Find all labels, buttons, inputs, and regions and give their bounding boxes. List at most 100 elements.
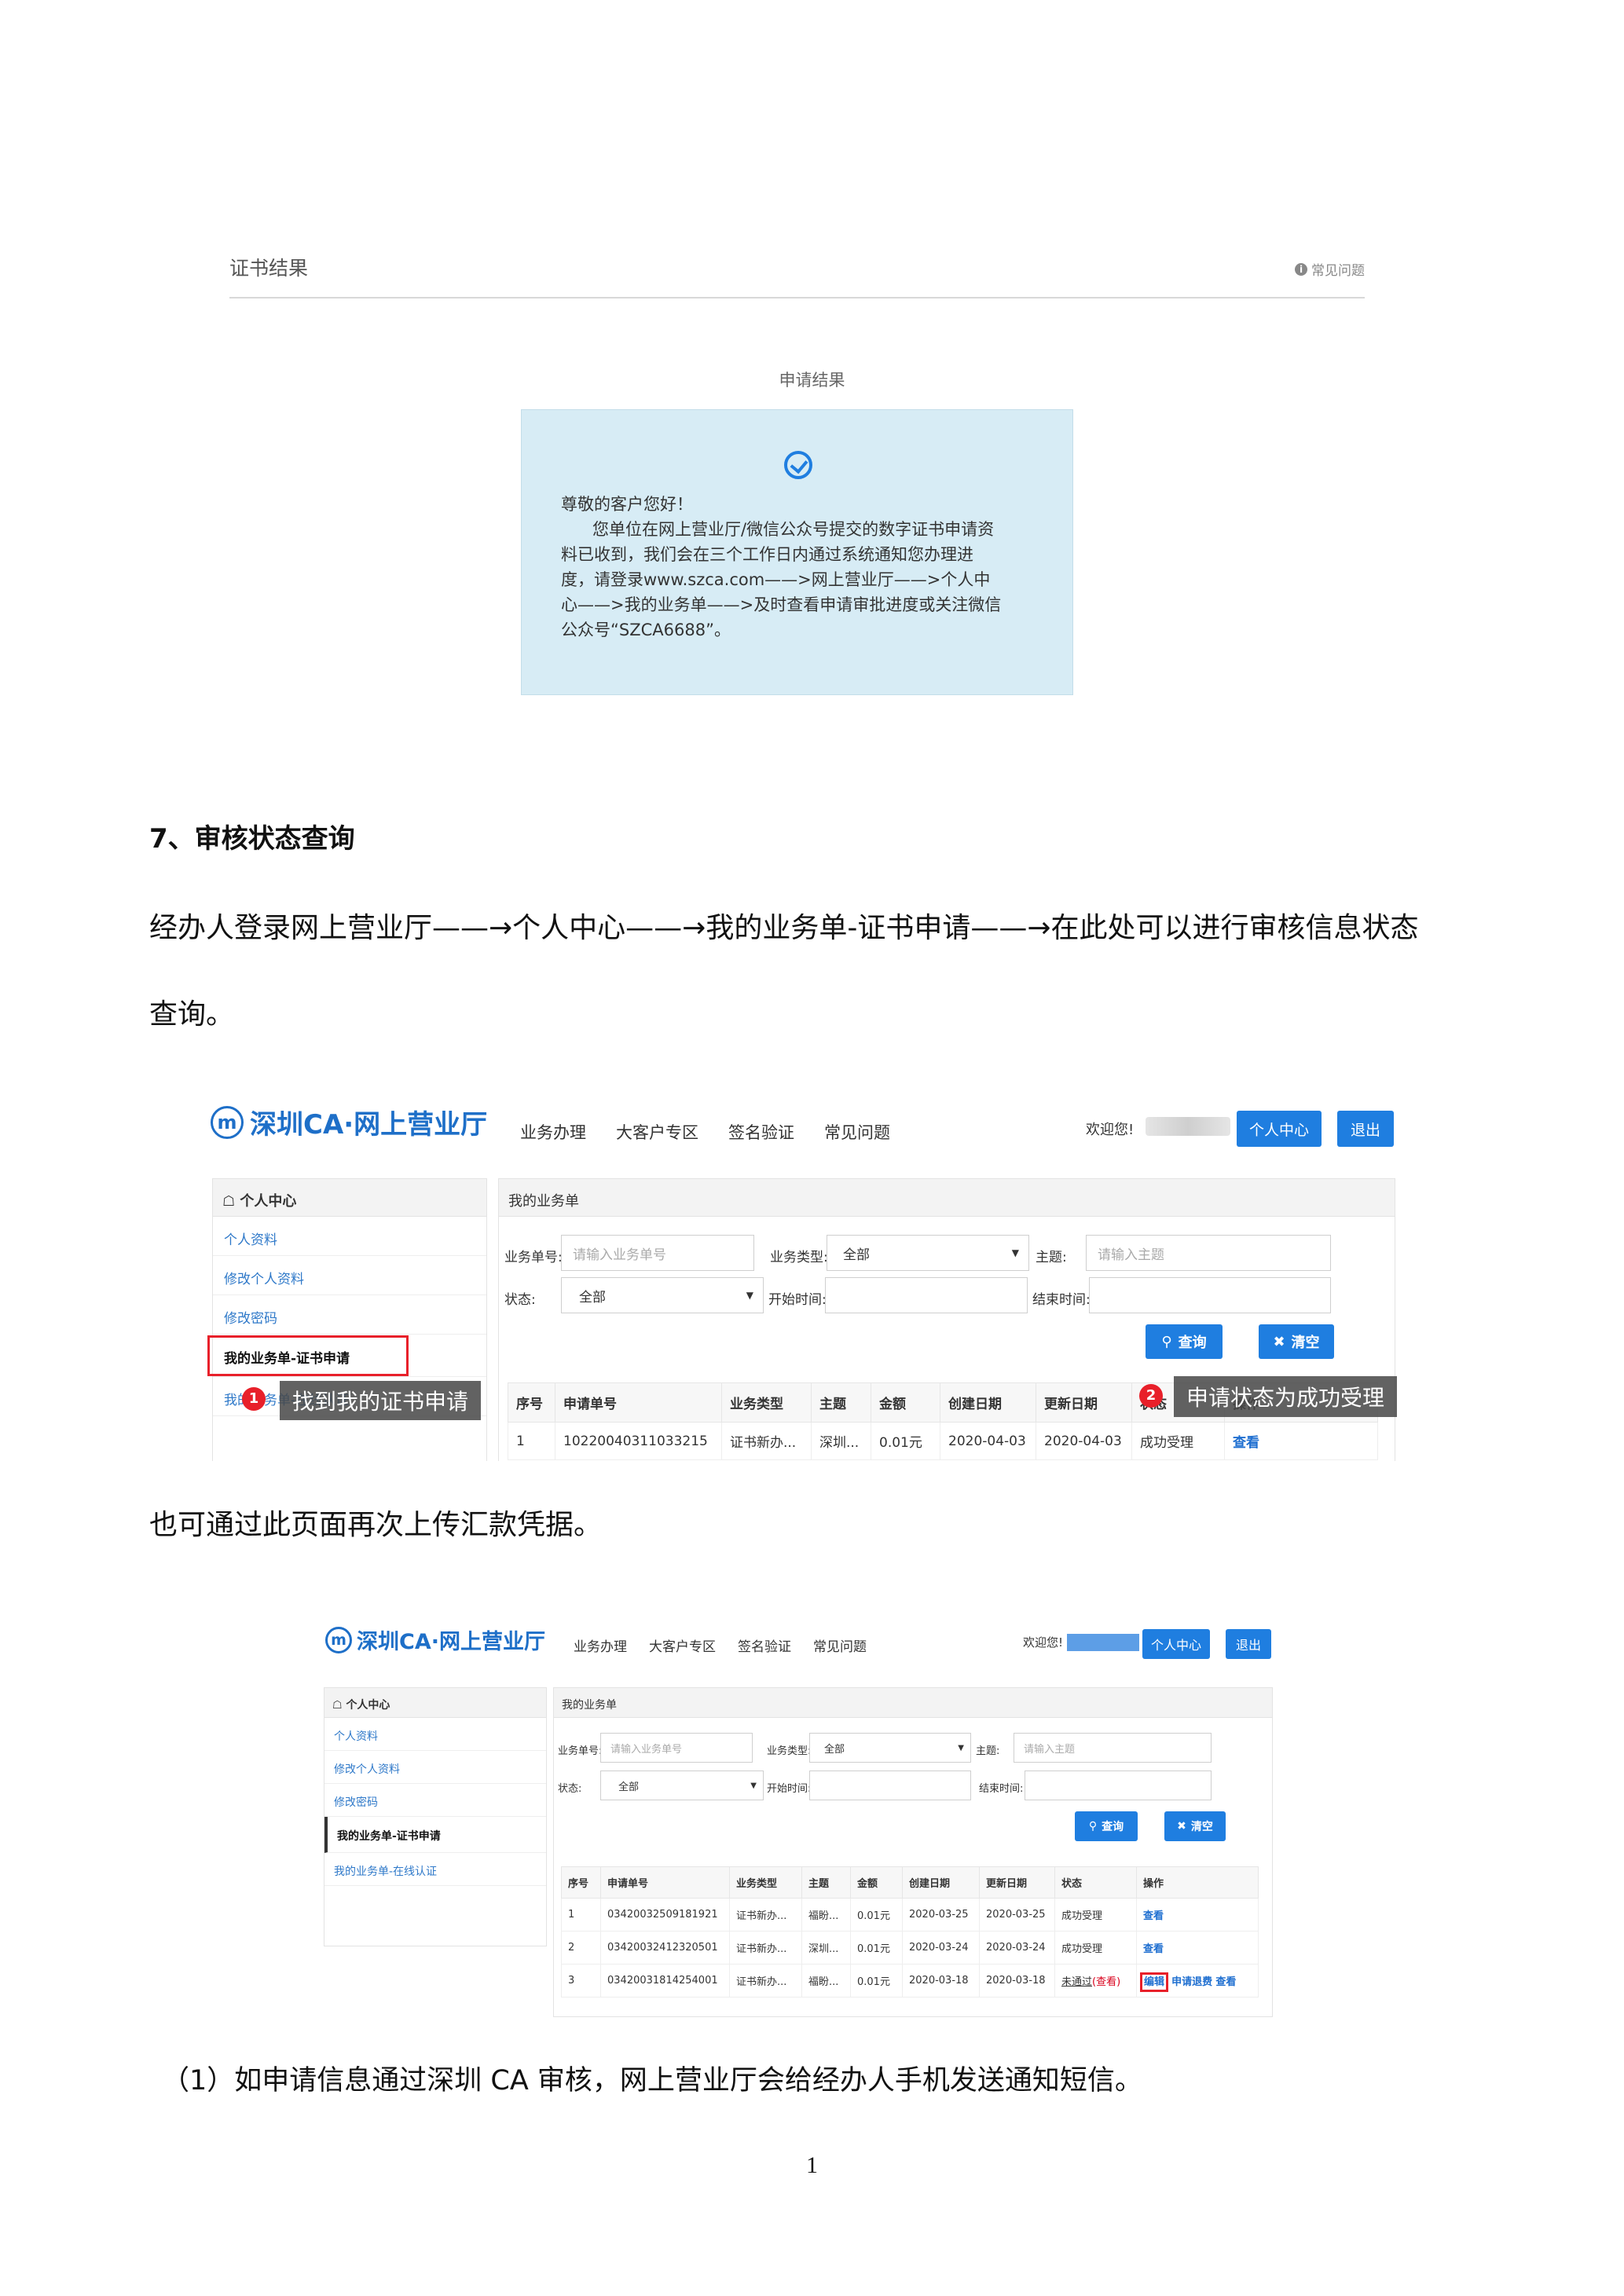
end-time-input[interactable]: [1089, 1277, 1331, 1313]
edit-link[interactable]: 编辑: [1140, 1972, 1169, 1992]
instruction-line-2: 查询。: [149, 998, 235, 1031]
end-time-input[interactable]: [1025, 1771, 1212, 1800]
portal-logo[interactable]: m 深圳CA·网上营业厅: [211, 1103, 487, 1141]
sidebar-item-online-auth[interactable]: 我的业务单-在线认证: [324, 1853, 546, 1886]
portal-screenshot-2: m 深圳CA·网上营业厅 业务办理 大客户专区 签名验证 常见问题 欢迎您! 个…: [321, 1615, 1281, 2017]
cell-order-no: 10220040311033215: [555, 1422, 722, 1460]
search-button[interactable]: ⚲ 查询: [1146, 1324, 1223, 1359]
sidebar-item-edit-profile[interactable]: 修改个人资料: [324, 1751, 546, 1784]
column-header: 序号: [508, 1382, 555, 1423]
faq-link[interactable]: i 常见问题: [1295, 259, 1365, 279]
message-line: 度，请登录www.szca.com——>网上营业厅——>个人中: [561, 570, 991, 589]
sidebar-item-profile[interactable]: 个人资料: [324, 1718, 546, 1751]
cell-subject: 深圳...: [801, 1931, 851, 1965]
nav-item[interactable]: 业务办理: [520, 1120, 586, 1144]
clear-button[interactable]: ✖ 清空: [1164, 1811, 1226, 1841]
portal-logo[interactable]: m 深圳CA·网上营业厅: [325, 1624, 545, 1655]
nav-item[interactable]: 常见问题: [813, 1635, 867, 1655]
cell-order-no: 03420031814254001: [600, 1964, 730, 1998]
cell-order-no: 03420032509181921: [600, 1898, 730, 1932]
status-select[interactable]: 全部 ▼: [600, 1771, 764, 1800]
message-line: 心——>我的业务单——>及时查看申请审批进度或关注微信: [561, 595, 1002, 614]
cell-created: 2020-04-03: [940, 1422, 1036, 1460]
caret-down-icon: ▼: [750, 1781, 757, 1790]
page-number: 1: [806, 2152, 818, 2178]
start-time-label: 开始时间:: [768, 1292, 827, 1308]
nav-item[interactable]: 常见问题: [824, 1120, 890, 1144]
clear-button[interactable]: ✖ 清空: [1259, 1324, 1334, 1359]
logo-mark-icon: m: [211, 1105, 244, 1139]
sidebar-header: ☖ 个人中心: [213, 1179, 486, 1217]
view-link[interactable]: 查看: [1143, 1910, 1164, 1922]
nav-item[interactable]: 业务办理: [574, 1635, 627, 1655]
nav-item[interactable]: 签名验证: [738, 1635, 791, 1655]
sidebar-item-profile[interactable]: 个人资料: [213, 1217, 486, 1256]
logout-button[interactable]: 退出: [1337, 1111, 1394, 1147]
orders-table: 序号 申请单号 业务类型 主题 金额 创建日期 更新日期 状态 操作 1 034…: [561, 1866, 1259, 1998]
check-circle-icon: [784, 451, 812, 479]
close-icon: ✖: [1273, 1333, 1285, 1350]
cell-updated: 2020-03-24: [979, 1931, 1055, 1965]
nav-item[interactable]: 签名验证: [728, 1120, 794, 1144]
search-icon: ⚲: [1088, 1820, 1098, 1833]
caret-down-icon: ▼: [746, 1290, 753, 1301]
refund-link[interactable]: 申请退费: [1171, 1976, 1212, 1988]
subject-label: 主题:: [1036, 1250, 1067, 1265]
logout-button[interactable]: 退出: [1226, 1629, 1271, 1659]
cell-order-no: 03420032412320501: [600, 1931, 730, 1965]
cell-status: 成功受理: [1054, 1898, 1137, 1932]
caret-down-icon: ▼: [958, 1743, 964, 1752]
subject-input[interactable]: 请输入主题: [1086, 1235, 1331, 1271]
cell-type: 证书新办...: [729, 1898, 802, 1932]
subject-label: 主题:: [976, 1745, 1000, 1757]
nav-item[interactable]: 大客户专区: [649, 1635, 716, 1655]
order-no-input[interactable]: 请输入业务单号: [561, 1235, 754, 1271]
start-time-input[interactable]: [809, 1771, 971, 1800]
search-button[interactable]: ⚲ 查询: [1075, 1811, 1138, 1841]
highlight-box: [207, 1335, 409, 1376]
status-view-link[interactable]: (查看): [1092, 1976, 1120, 1988]
sidebar-header: ☖ 个人中心: [324, 1688, 546, 1718]
personal-center-button[interactable]: 个人中心: [1142, 1629, 1210, 1659]
column-header: 业务类型: [721, 1382, 812, 1423]
type-select[interactable]: 全部 ▼: [827, 1235, 1029, 1271]
apply-result-subtitle: 申请结果: [779, 371, 845, 390]
column-header: 操作: [1136, 1866, 1259, 1899]
type-label: 业务类型:: [770, 1250, 828, 1265]
panel-title: 我的业务单: [554, 1688, 1272, 1718]
cell-status: 成功受理: [1054, 1931, 1137, 1965]
column-header: 创建日期: [940, 1382, 1036, 1423]
sidebar-item-edit-profile[interactable]: 修改个人资料: [213, 1256, 486, 1295]
view-link[interactable]: 查看: [1233, 1435, 1259, 1451]
logo-text: 深圳CA·网上营业厅: [357, 1630, 545, 1654]
sidebar-item-change-password[interactable]: 修改密码: [324, 1784, 546, 1817]
status-select[interactable]: 全部 ▼: [561, 1277, 764, 1313]
cell-updated: 2020-04-03: [1036, 1422, 1132, 1460]
tooltip-status-accepted: 申请状态为成功受理: [1174, 1376, 1398, 1417]
subject-input[interactable]: 请输入主题: [1014, 1733, 1212, 1763]
status-label: 状态:: [504, 1292, 536, 1308]
nav-item[interactable]: 大客户专区: [616, 1120, 698, 1144]
column-header: 主题: [811, 1382, 871, 1423]
column-header: 更新日期: [979, 1866, 1055, 1899]
view-link[interactable]: 查看: [1215, 1976, 1236, 1988]
cell-type: 证书新办...: [729, 1931, 802, 1965]
order-no-input[interactable]: 请输入业务单号: [600, 1733, 753, 1763]
panel-title: 我的业务单: [499, 1179, 1395, 1217]
sms-notice-text: （1）如申请信息通过深圳 CA 审核，网上营业厅会给经办人手机发送通知短信。: [162, 2065, 1142, 2096]
sidebar-item-change-password[interactable]: 修改密码: [213, 1295, 486, 1335]
status-label: 状态:: [558, 1783, 582, 1795]
start-time-input[interactable]: [825, 1277, 1028, 1313]
type-select[interactable]: 全部 ▼: [809, 1733, 971, 1763]
personal-center-button[interactable]: 个人中心: [1237, 1111, 1322, 1147]
apply-result-box: 尊敬的客户您好！ 您单位在网上营业厅/微信公众号提交的数字证书申请资 料已收到，…: [521, 409, 1073, 695]
cell-index: 1: [508, 1422, 555, 1460]
step-badge-2: 2: [1139, 1384, 1163, 1408]
sidebar-item-cert-orders[interactable]: 我的业务单-证书申请: [324, 1817, 546, 1853]
column-header: 更新日期: [1036, 1382, 1132, 1423]
cell-actions: 编辑 申请退费 查看: [1136, 1964, 1259, 1998]
welcome-text: 欢迎您!: [1023, 1635, 1064, 1650]
cell-updated: 2020-03-18: [979, 1964, 1055, 1998]
logo-mark-icon: m: [325, 1626, 352, 1653]
view-link[interactable]: 查看: [1143, 1943, 1164, 1955]
